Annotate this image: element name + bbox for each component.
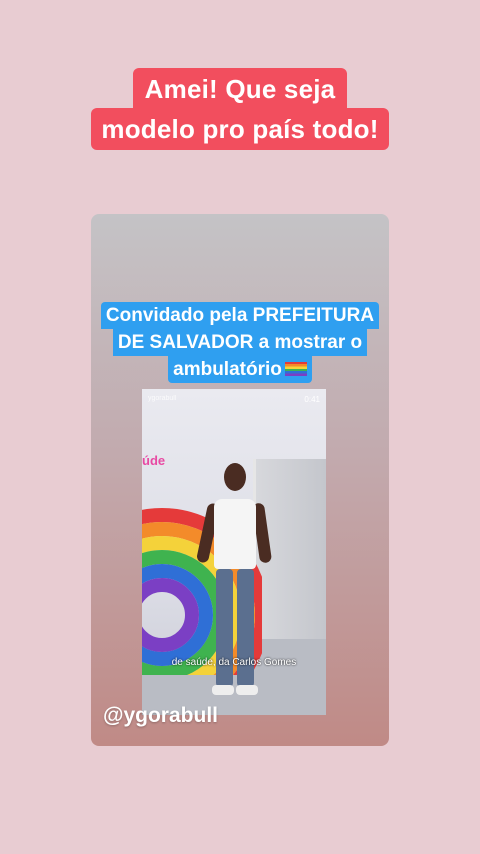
post-text-line-2: DE SALVADOR a mostrar o — [112, 329, 368, 356]
wall-text: úde — [142, 453, 166, 468]
post-text-block: Convidado pela PREFEITURA DE SALVADOR a … — [91, 302, 389, 383]
username-handle[interactable]: @ygorabull — [103, 704, 218, 728]
video-username: ygorabull — [148, 395, 177, 402]
video-time: 0:41 — [304, 395, 320, 404]
post-text-line-1: Convidado pela PREFEITURA — [100, 302, 380, 329]
person-figure — [195, 463, 273, 713]
video-subtitle: de saúde, da Carlos Gomes — [171, 657, 297, 668]
caption-line-1: Amei! Que seja — [132, 68, 348, 108]
rainbow-flag-icon — [284, 362, 307, 376]
shared-post-card[interactable]: Convidado pela PREFEITURA DE SALVADOR a … — [91, 214, 389, 746]
story-caption: Amei! Que seja modelo pro país todo! — [0, 68, 480, 150]
video-preview[interactable]: úde ygorabull 0:41 de saúde, da Carlos G… — [142, 389, 326, 715]
caption-line-2: modelo pro país todo! — [91, 108, 389, 150]
post-text-line-3: ambulatório — [168, 356, 312, 383]
post-text-line-3-label: ambulatório — [173, 359, 282, 380]
